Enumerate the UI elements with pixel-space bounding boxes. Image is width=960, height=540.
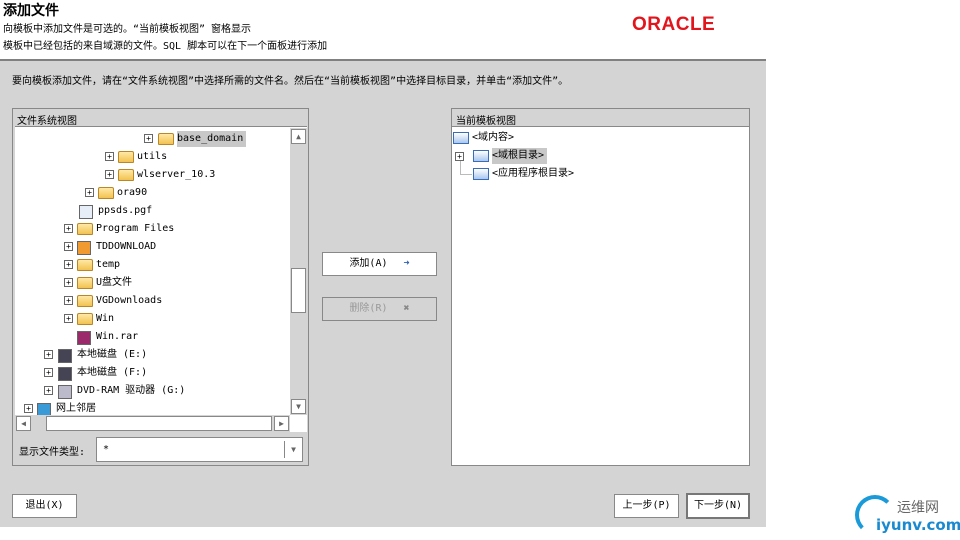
- file-type-value: *: [103, 444, 110, 455]
- expand-icon[interactable]: +: [64, 278, 73, 287]
- next-button[interactable]: 下一步(N): [686, 493, 750, 519]
- disk-icon: [58, 367, 72, 381]
- expand-icon[interactable]: +: [64, 224, 73, 233]
- exit-button[interactable]: 退出(X): [12, 494, 77, 518]
- filesystem-tree[interactable]: + base_domain + utils + wlserver_10.3 + ora90 pp…: [15, 126, 307, 432]
- folder-icon: [77, 259, 93, 271]
- tree-item[interactable]: Win: [96, 311, 114, 327]
- disk-icon: [58, 349, 72, 363]
- expand-icon[interactable]: +: [105, 170, 114, 179]
- folder-icon: [77, 223, 93, 235]
- file-type-select[interactable]: * ▼: [96, 437, 303, 462]
- tree-item[interactable]: ppsds.pgf: [98, 203, 152, 219]
- folder-icon: [453, 132, 469, 144]
- dvd-icon: [58, 385, 72, 399]
- expand-icon[interactable]: +: [455, 152, 464, 161]
- header: 添加文件 向模板中添加文件是可选的。“当前模板视图” 窗格显示 模板中已经包括的…: [0, 0, 766, 58]
- remove-button[interactable]: 删除(R) ✖: [322, 297, 437, 321]
- tree-item[interactable]: temp: [96, 257, 120, 273]
- description-line-2: 模板中已经包括的来自域源的文件。SQL 脚本可以在下一个面板进行添加: [3, 41, 328, 52]
- scroll-right-button[interactable]: ▶: [274, 416, 289, 431]
- scroll-left-button[interactable]: ◀: [16, 416, 31, 431]
- expand-icon[interactable]: +: [105, 152, 114, 161]
- expand-icon[interactable]: +: [64, 314, 73, 323]
- instructions: 要向模板添加文件，请在“文件系统视图”中选择所需的文件名。然后在“当前模板视图”…: [12, 76, 569, 87]
- tree-item[interactable]: TDDOWNLOAD: [96, 239, 156, 255]
- description-line-1: 向模板中添加文件是可选的。“当前模板视图” 窗格显示: [3, 24, 252, 35]
- app-folder-icon: [77, 241, 91, 255]
- folder-icon: [98, 187, 114, 199]
- tree-item[interactable]: Program Files: [96, 221, 174, 237]
- scroll-up-button[interactable]: ▲: [291, 129, 306, 144]
- expand-icon[interactable]: +: [64, 260, 73, 269]
- folder-icon: [473, 150, 489, 162]
- tree-item[interactable]: 本地磁盘 (E:): [77, 347, 147, 363]
- remove-label: 删除(R): [349, 303, 388, 314]
- tree-item[interactable]: Win.rar: [96, 329, 138, 345]
- folder-icon: [77, 295, 93, 307]
- template-panel: 当前模板视图 <域内容> + <域根目录> <应用程序根目录>: [451, 108, 750, 466]
- folder-icon: [473, 168, 489, 180]
- expand-icon[interactable]: +: [64, 242, 73, 251]
- page-title: 添加文件: [3, 3, 59, 19]
- folder-icon: [158, 133, 174, 145]
- expand-icon[interactable]: +: [85, 188, 94, 197]
- tree-item-domain-content[interactable]: <域内容>: [472, 130, 514, 146]
- add-label: 添加(A): [349, 258, 388, 269]
- oracle-logo: ORACLE: [632, 14, 716, 35]
- horizontal-scrollbar[interactable]: ◀ ▶: [15, 415, 290, 432]
- folder-icon: [118, 151, 134, 163]
- tree-item[interactable]: ora90: [117, 185, 147, 201]
- arrow-right-icon: ➜: [403, 258, 410, 269]
- expand-icon[interactable]: +: [144, 134, 153, 143]
- expand-icon[interactable]: +: [44, 350, 53, 359]
- watermark-url: iyunv.com: [876, 516, 960, 534]
- tree-item[interactable]: 本地磁盘 (F:): [77, 365, 147, 381]
- expand-icon[interactable]: +: [64, 296, 73, 305]
- filesystem-panel: 文件系统视图 + base_domain + utils + wlserver_10.3 +…: [12, 108, 309, 466]
- scroll-down-button[interactable]: ▼: [291, 399, 306, 414]
- tree-item-domain-root[interactable]: <域根目录>: [492, 148, 548, 164]
- folder-icon: [77, 277, 93, 289]
- vertical-scrollbar[interactable]: ▲ ▼: [290, 128, 307, 415]
- tree-item[interactable]: VGDownloads: [96, 293, 162, 309]
- watermark-cn: 运维网: [897, 500, 939, 516]
- tree-item[interactable]: wlserver_10.3: [137, 167, 215, 183]
- previous-button[interactable]: 上一步(P): [614, 494, 679, 518]
- expand-icon[interactable]: +: [44, 368, 53, 377]
- filesystem-title: 文件系统视图: [17, 116, 77, 127]
- expand-icon[interactable]: +: [44, 386, 53, 395]
- delete-x-icon: ✖: [403, 303, 410, 314]
- template-title: 当前模板视图: [456, 116, 516, 127]
- expand-icon[interactable]: +: [24, 404, 33, 413]
- filter-label: 显示文件类型:: [19, 447, 86, 458]
- template-tree[interactable]: <域内容> + <域根目录> <应用程序根目录>: [452, 126, 749, 465]
- add-button[interactable]: 添加(A) ➜: [322, 252, 437, 276]
- h-scroll-thumb[interactable]: [46, 416, 272, 431]
- rar-icon: [77, 331, 91, 345]
- folder-icon: [77, 313, 93, 325]
- folder-icon: [118, 169, 134, 181]
- tree-item[interactable]: utils: [137, 149, 167, 165]
- chevron-down-icon[interactable]: ▼: [284, 441, 302, 458]
- tree-item[interactable]: base_domain: [177, 131, 247, 147]
- tree-item[interactable]: U盘文件: [96, 275, 132, 291]
- file-icon: [79, 205, 93, 219]
- scroll-thumb[interactable]: [291, 268, 306, 313]
- tree-item-app-root[interactable]: <应用程序根目录>: [492, 166, 574, 182]
- tree-item[interactable]: DVD-RAM 驱动器 (G:): [77, 383, 185, 399]
